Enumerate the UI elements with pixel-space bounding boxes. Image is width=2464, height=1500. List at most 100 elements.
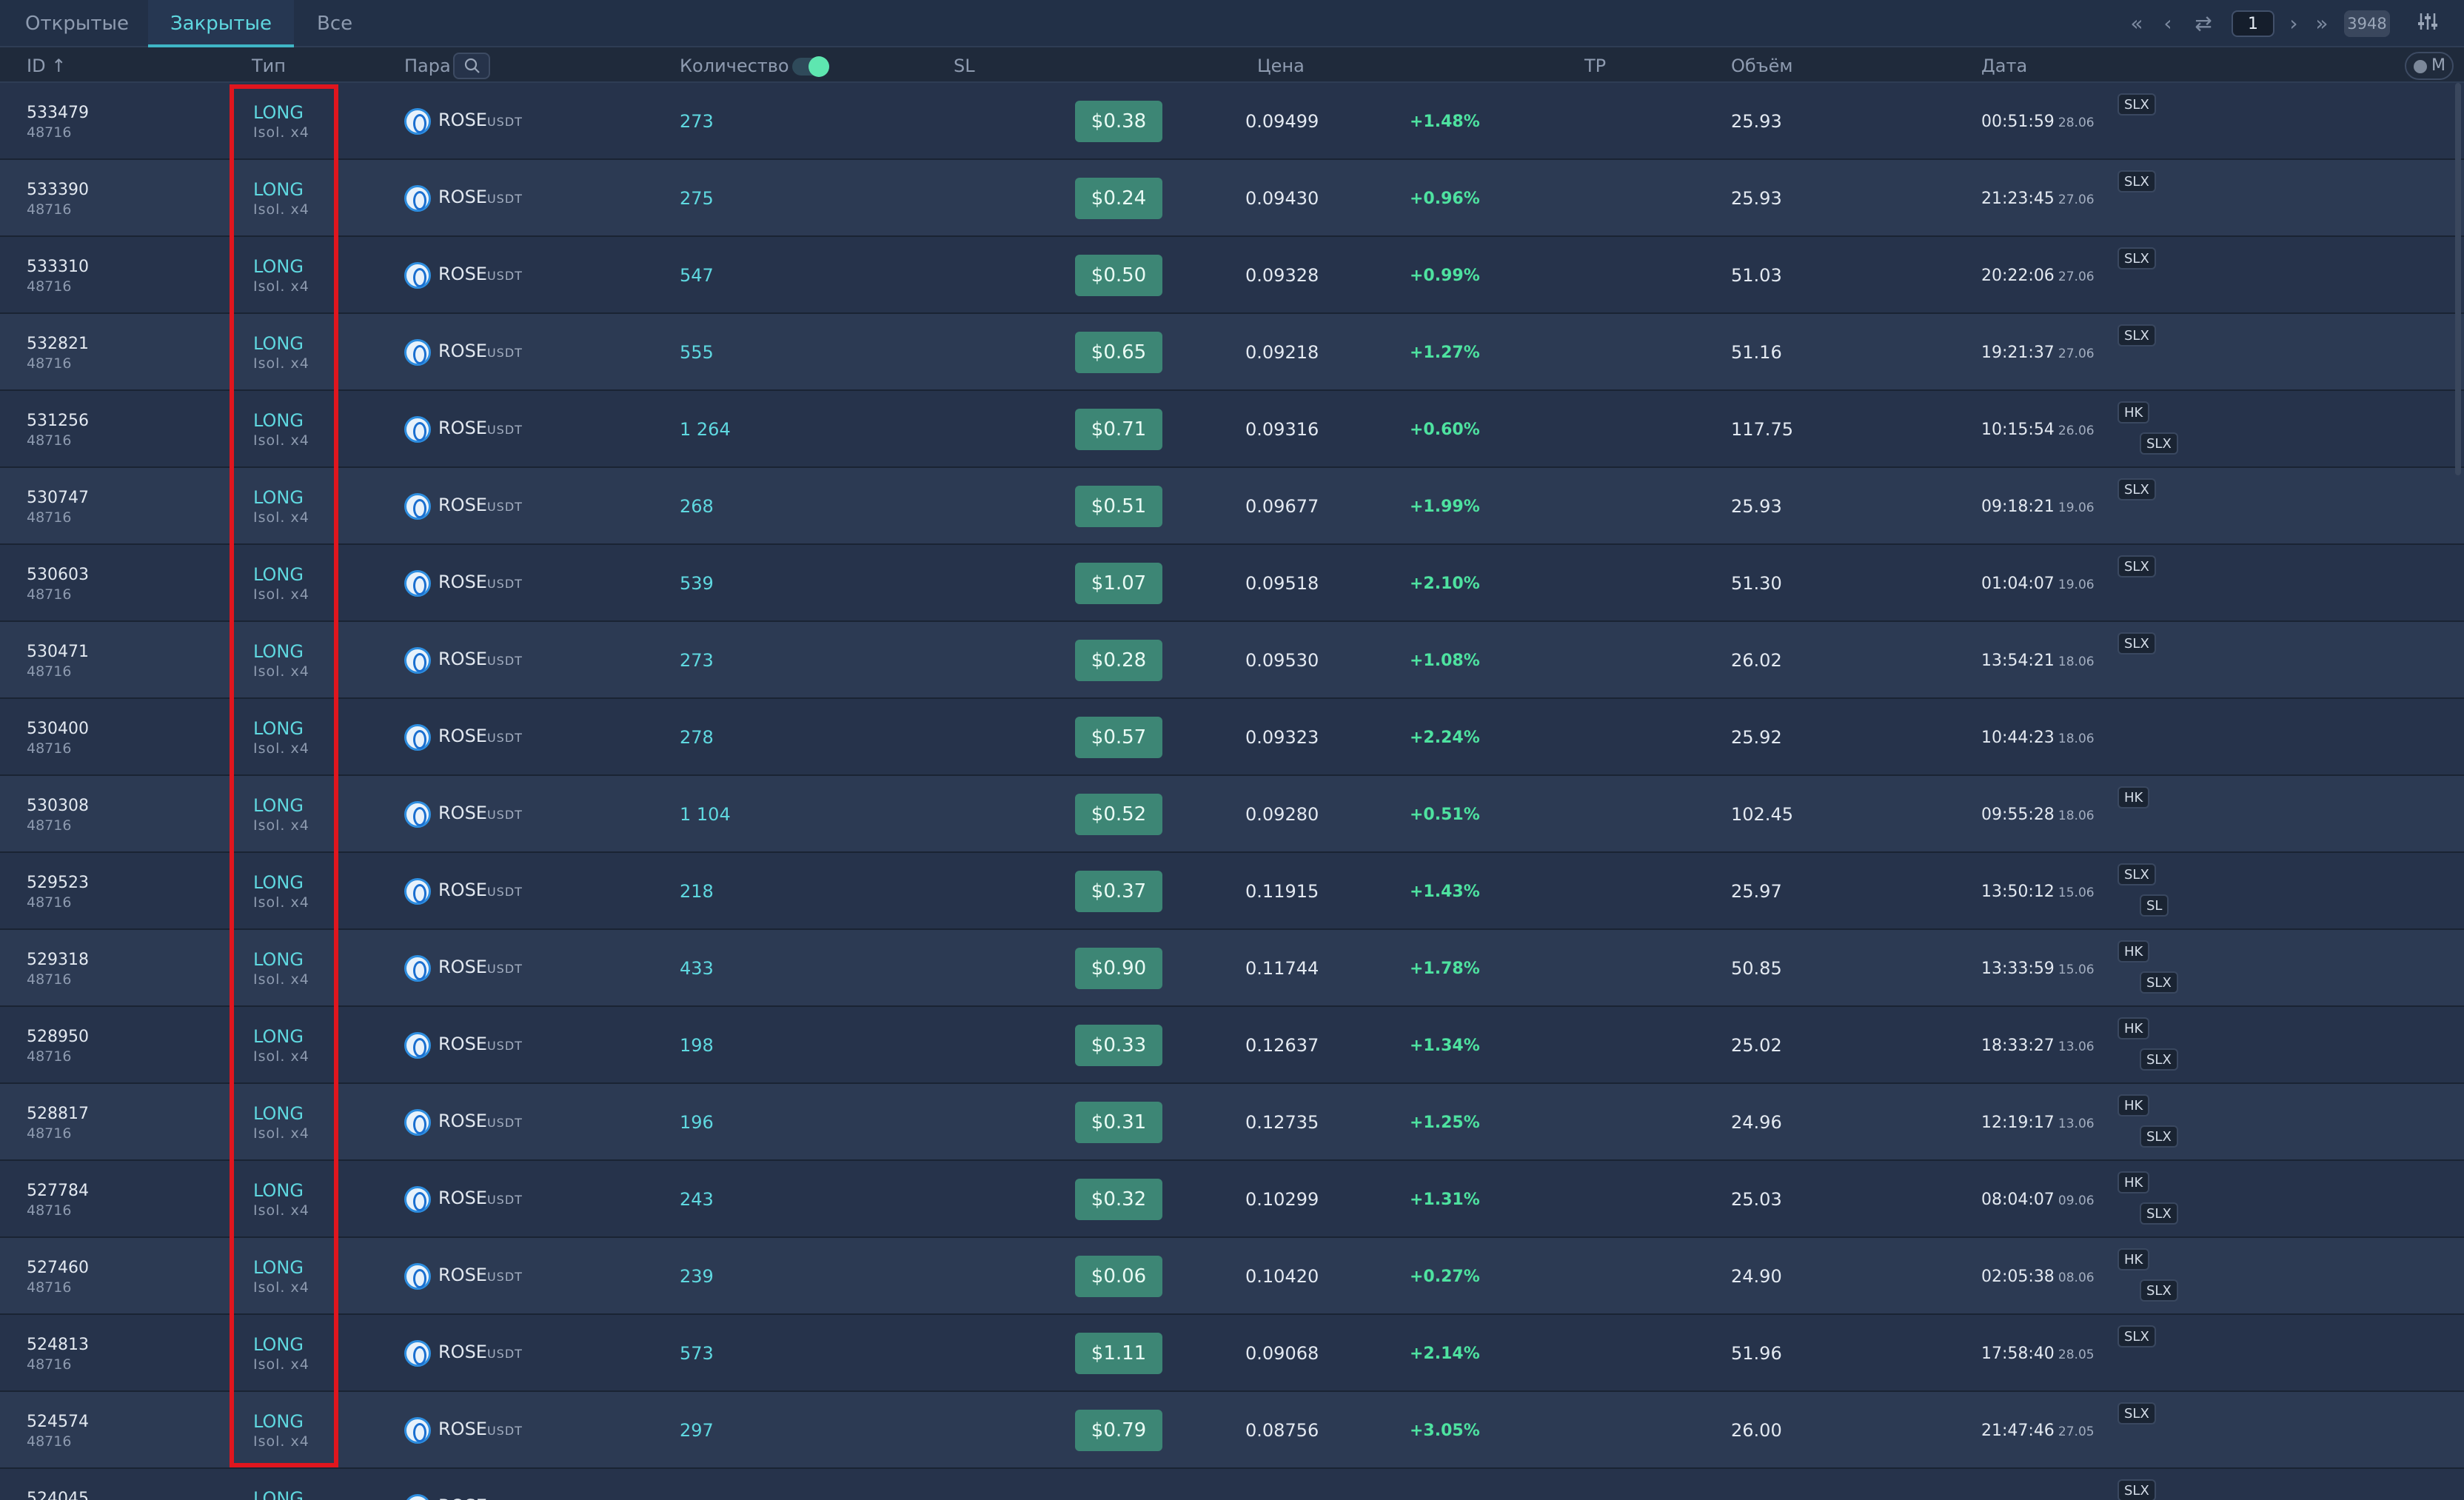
tag-badge[interactable]: HK: [2118, 401, 2150, 423]
tag-badge[interactable]: SLX: [2118, 1479, 2156, 1500]
header-quantity[interactable]: Количество: [680, 49, 789, 83]
tag-badge[interactable]: HK: [2118, 1094, 2150, 1116]
pnl-badge: $0.06: [1075, 1256, 1162, 1297]
mode-toggle[interactable]: M: [2405, 52, 2454, 80]
refresh-icon[interactable]: ⇄: [2190, 10, 2217, 37]
tag-badge[interactable]: SLX: [2118, 170, 2156, 192]
double-chevron-right-icon[interactable]: »: [2309, 10, 2335, 37]
header-price[interactable]: Цена: [1257, 49, 1305, 83]
pair-label[interactable]: ROSEUSDT: [438, 572, 523, 592]
pnl-badge: $0.33: [1075, 1025, 1162, 1066]
table-row[interactable]: 527784 48716 LONG Isol. x4 ROSEUSDT 243 $0.32 0…: [0, 1161, 2464, 1238]
pair-label[interactable]: ROSEUSDT: [438, 264, 523, 284]
price-change-percent: +0.51%: [1410, 806, 1480, 824]
header-type[interactable]: Тип: [252, 49, 286, 83]
header-id[interactable]: ID ↑: [27, 49, 66, 83]
table-row[interactable]: 533310 48716 LONG Isol. x4 ROSEUSDT 547 $0.50 0…: [0, 237, 2464, 314]
table-row[interactable]: 530747 48716 LONG Isol. x4 ROSEUSDT 268 $0.51 0…: [0, 468, 2464, 545]
tag-badge[interactable]: HK: [2118, 940, 2150, 962]
tag-badge[interactable]: HK: [2118, 1171, 2150, 1193]
tag-badge[interactable]: HK: [2118, 1248, 2150, 1270]
table-row[interactable]: 532821 48716 LONG Isol. x4 ROSEUSDT 555 $0.65 0…: [0, 314, 2464, 391]
table-row[interactable]: 528817 48716 LONG Isol. x4 ROSEUSDT 196 $0.31 0…: [0, 1084, 2464, 1161]
tag-badge[interactable]: SLX: [2118, 1402, 2156, 1424]
tag-badge[interactable]: SLX: [2118, 93, 2156, 115]
pair-label[interactable]: ROSEUSDT: [438, 1034, 523, 1054]
tag-badge[interactable]: SLX: [2118, 1325, 2156, 1347]
tag-badge[interactable]: HK: [2118, 786, 2150, 808]
header-tp[interactable]: TP: [1584, 49, 1606, 83]
pair-label[interactable]: ROSEUSDT: [438, 726, 523, 746]
pair-label[interactable]: ROSEUSDT: [438, 1188, 523, 1208]
trade-volume: 50.85: [1731, 958, 1782, 979]
trade-sub-id: 48716: [27, 1202, 72, 1219]
pair-label[interactable]: ROSEUSDT: [438, 1111, 523, 1131]
header-pair[interactable]: Пара: [404, 49, 451, 83]
vertical-scrollbar[interactable]: [2455, 83, 2461, 475]
tag-badge[interactable]: SL: [2140, 894, 2169, 917]
tag-badge[interactable]: SLX: [2140, 1279, 2178, 1302]
pair-label[interactable]: ROSEUSDT: [438, 1265, 523, 1285]
trade-price: 0.09499: [1245, 111, 1319, 132]
tag-badge[interactable]: SLX: [2140, 1125, 2178, 1148]
pair-label[interactable]: ROSEUSDT: [438, 495, 523, 515]
tab-open[interactable]: Открытые: [3, 0, 151, 47]
tag-badge[interactable]: HK: [2118, 1017, 2150, 1039]
trade-price: 0.10420: [1245, 1266, 1319, 1287]
trade-sub-id: 48716: [27, 201, 72, 218]
pair-search-button[interactable]: [453, 53, 490, 79]
table-row[interactable]: 530400 48716 LONG Isol. x4 ROSEUSDT 278 $0.57 0…: [0, 699, 2464, 776]
table-row[interactable]: 527460 48716 LONG Isol. x4 ROSEUSDT 239 $0.06 0…: [0, 1238, 2464, 1315]
trade-id: 532821: [27, 335, 89, 353]
trade-volume: 102.45: [1731, 804, 1793, 825]
tag-badge[interactable]: SLX: [2140, 971, 2178, 994]
tag-badge[interactable]: SLX: [2118, 863, 2156, 885]
pair-label[interactable]: ROSEUSDT: [438, 341, 523, 361]
tag-badge[interactable]: SLX: [2118, 478, 2156, 500]
tag-badge[interactable]: SLX: [2118, 247, 2156, 269]
table-row[interactable]: 529523 48716 LONG Isol. x4 ROSEUSDT 218 $0.37 0…: [0, 853, 2464, 930]
header-volume[interactable]: Объём: [1731, 49, 1793, 83]
header-date[interactable]: Дата: [1981, 49, 2027, 83]
pair-label[interactable]: ROSEUSDT: [438, 1342, 523, 1362]
tag-badge[interactable]: SLX: [2118, 555, 2156, 577]
table-row[interactable]: 529318 48716 LONG Isol. x4 ROSEUSDT 433 $0.90 0…: [0, 930, 2464, 1007]
chevron-left-icon[interactable]: ‹: [2155, 10, 2181, 37]
table-row[interactable]: 52404548716LONGIsol. x4ROSEUSDT SLX: [0, 1469, 2464, 1500]
tag-badge[interactable]: SLX: [2118, 632, 2156, 654]
table-row[interactable]: 528950 48716 LONG Isol. x4 ROSEUSDT 198 $0.33 0…: [0, 1007, 2464, 1084]
trade-leverage: Isol. x4: [253, 1202, 309, 1219]
header-sl[interactable]: SL: [954, 49, 975, 83]
table-row[interactable]: 524574 48716 LONG Isol. x4 ROSEUSDT 297 $0.79 0…: [0, 1392, 2464, 1469]
pair-label[interactable]: ROSEUSDT: [438, 1419, 523, 1439]
tab-closed[interactable]: Закрытые: [148, 0, 295, 47]
pair-label[interactable]: ROSEUSDT: [438, 110, 523, 130]
pair-label[interactable]: ROSEUSDT: [438, 418, 523, 438]
pair-label[interactable]: ROSEUSDT: [438, 803, 523, 823]
quantity-toggle[interactable]: [792, 56, 829, 77]
tag-badge[interactable]: SLX: [2118, 324, 2156, 346]
page-number-input[interactable]: 1: [2232, 10, 2274, 37]
tag-badge[interactable]: SLX: [2140, 1048, 2178, 1071]
table-row[interactable]: 530308 48716 LONG Isol. x4 ROSEUSDT 1 104 $0.5…: [0, 776, 2464, 853]
rose-coin-icon: [404, 1032, 431, 1059]
tab-all[interactable]: Все: [295, 0, 375, 47]
trade-price: 0.10299: [1245, 1189, 1319, 1210]
double-chevron-left-icon[interactable]: «: [2123, 10, 2150, 37]
table-row[interactable]: 533479 48716 LONG Isol. x4 ROSEUSDT 273 $0.38 0…: [0, 83, 2464, 160]
table-row[interactable]: 530471 48716 LONG Isol. x4 ROSEUSDT 273 $0.28 0…: [0, 622, 2464, 699]
pair-label[interactable]: ROSEUSDT: [438, 1496, 523, 1500]
table-row[interactable]: 524813 48716 LONG Isol. x4 ROSEUSDT 573 $1.11 0…: [0, 1315, 2464, 1392]
tag-badge[interactable]: SLX: [2140, 1202, 2178, 1225]
pair-label[interactable]: ROSEUSDT: [438, 957, 523, 977]
pair-label[interactable]: ROSEUSDT: [438, 187, 523, 207]
sliders-icon[interactable]: [2412, 10, 2443, 37]
trade-price: 0.11744: [1245, 958, 1319, 979]
pair-label[interactable]: ROSEUSDT: [438, 880, 523, 900]
table-row[interactable]: 530603 48716 LONG Isol. x4 ROSEUSDT 539 $1.07 0…: [0, 545, 2464, 622]
tag-badge[interactable]: SLX: [2140, 432, 2178, 455]
table-row[interactable]: 531256 48716 LONG Isol. x4 ROSEUSDT 1 264 $0.7…: [0, 391, 2464, 468]
chevron-right-icon[interactable]: ›: [2280, 10, 2307, 37]
pair-label[interactable]: ROSEUSDT: [438, 649, 523, 669]
table-row[interactable]: 533390 48716 LONG Isol. x4 ROSEUSDT 275 $0.24 0…: [0, 160, 2464, 237]
